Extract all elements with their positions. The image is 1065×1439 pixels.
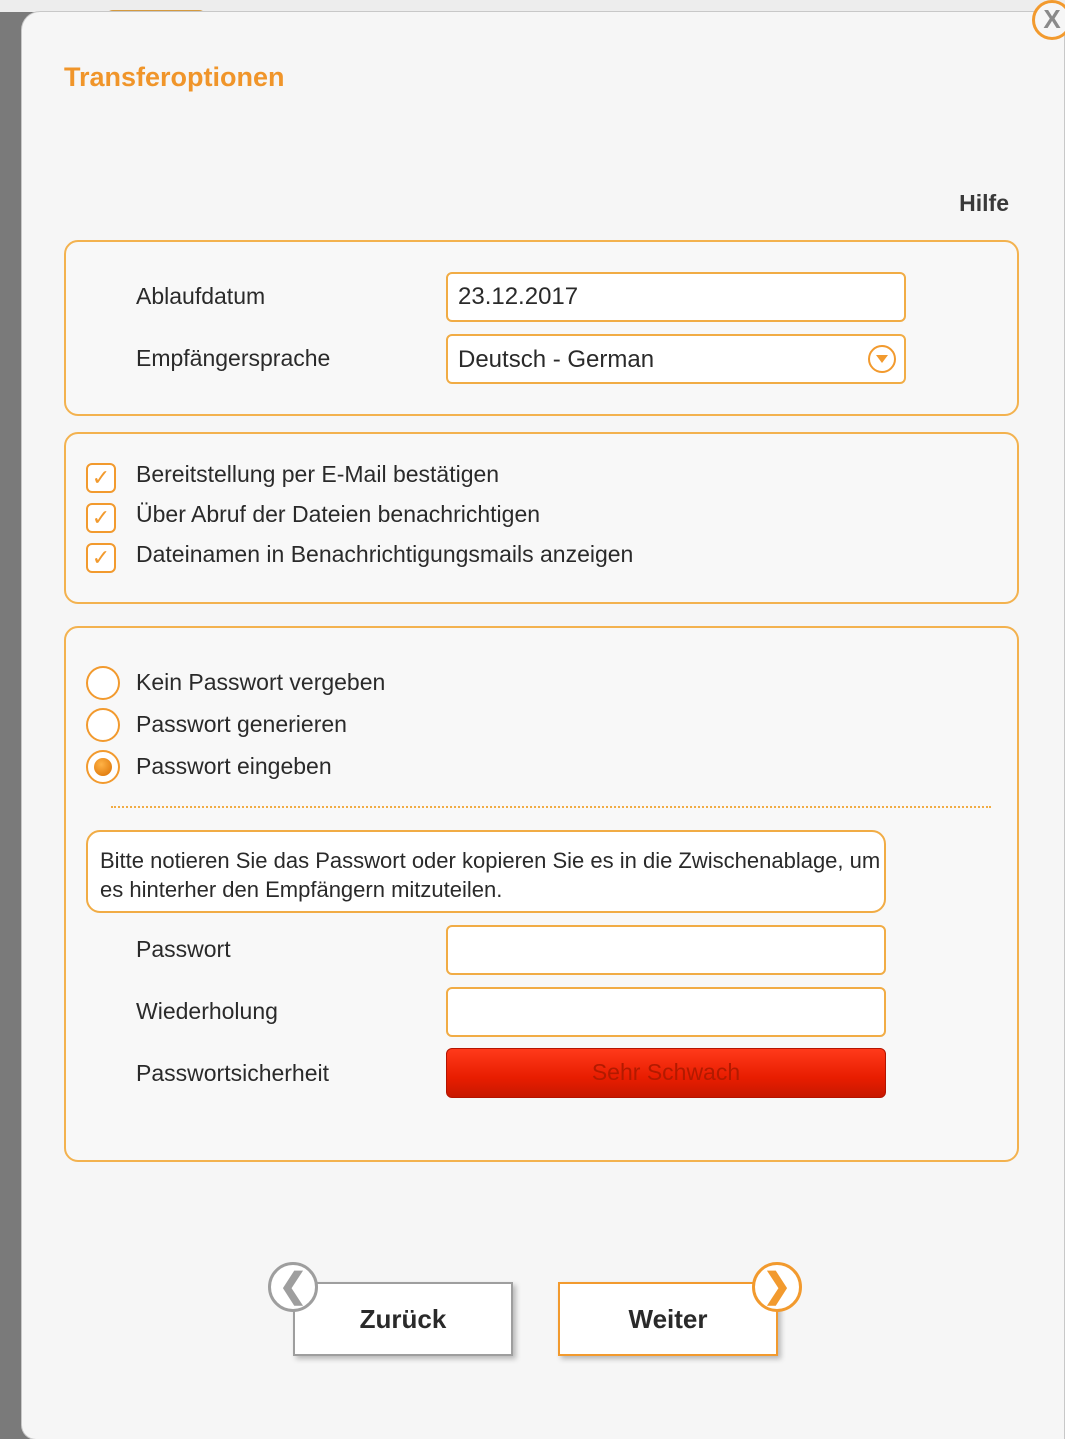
dialog-title: Transferoptionen (64, 62, 285, 92)
radio-generate-password[interactable] (86, 708, 120, 742)
expiry-date-label: Ablaufdatum (136, 283, 266, 309)
password-repeat-label: Wiederholung (136, 998, 278, 1024)
password-strength-meter: Sehr Schwach (446, 1048, 886, 1098)
checkbox-show-filenames[interactable]: ✓ (86, 543, 116, 573)
help-link[interactable]: Hilfe (959, 190, 1009, 217)
expiry-date-field[interactable]: 23.12.2017 (446, 272, 906, 322)
chevron-down-icon[interactable] (868, 345, 896, 373)
checkbox-label: Über Abruf der Dateien benachrichtigen (136, 501, 541, 527)
general-settings-panel (64, 240, 1019, 416)
recipient-language-label: Empfängersprache (136, 345, 331, 371)
close-icon: X (1043, 4, 1061, 34)
radio-label: Passwort eingeben (136, 753, 332, 779)
checkbox-label: Bereitstellung per E-Mail bestätigen (136, 461, 500, 487)
chevron-left-icon: ❮ (278, 1267, 308, 1305)
divider (111, 806, 991, 808)
background-window (0, 0, 1065, 19)
next-arrow-bubble[interactable]: ❯ (752, 1262, 802, 1312)
close-button[interactable]: X (1032, 0, 1065, 40)
checkbox-confirm-email[interactable]: ✓ (86, 463, 116, 493)
radio-no-password[interactable] (86, 666, 120, 700)
checkbox-notify-download[interactable]: ✓ (86, 503, 116, 533)
radio-label: Passwort generieren (136, 711, 347, 737)
back-button[interactable]: Zurück (293, 1282, 513, 1356)
password-notice: Bitte notieren Sie das Passwort oder kop… (86, 830, 886, 913)
password-field[interactable] (446, 925, 886, 975)
next-button[interactable]: Weiter (558, 1282, 778, 1356)
chevron-right-icon: ❯ (762, 1267, 792, 1305)
checkbox-label: Dateinamen in Benachrichtigungsmails anz… (136, 541, 634, 567)
password-repeat-field[interactable] (446, 987, 886, 1037)
recipient-language-select[interactable]: Deutsch - German (446, 334, 906, 384)
password-label: Passwort (136, 936, 231, 962)
password-strength-label: Passwortsicherheit (136, 1060, 330, 1086)
recipient-language-value: Deutsch - German (458, 346, 655, 373)
back-arrow-bubble[interactable]: ❮ (268, 1262, 318, 1312)
radio-enter-password[interactable] (86, 750, 120, 784)
radio-label: Kein Passwort vergeben (136, 669, 386, 695)
